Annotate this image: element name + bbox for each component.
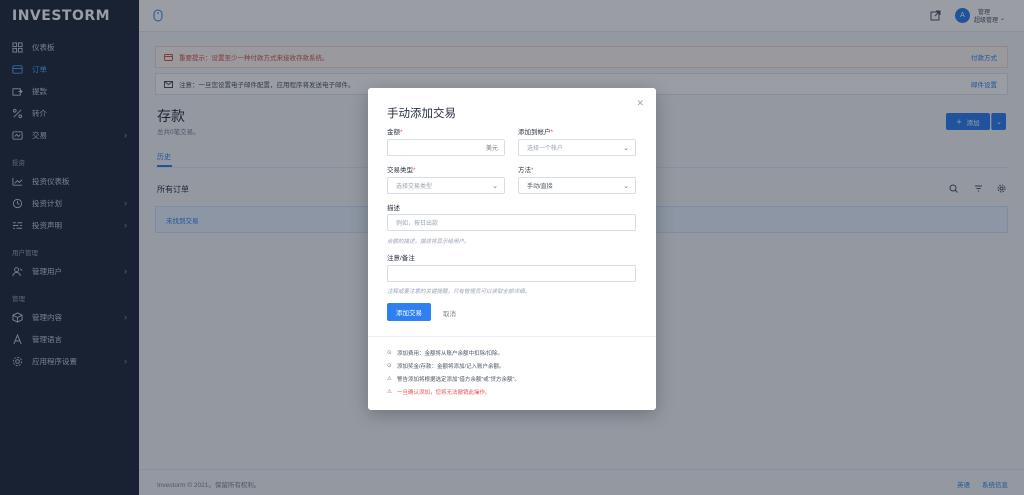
account-label: 添加到帐户* <box>518 129 554 136</box>
danger-line: ⚠ 一旦确认添加，您将无法撤销此操作。 <box>387 389 491 396</box>
description-hint: 余额的描述，描述将显示给用户。 <box>387 239 470 245</box>
method-label: 方法* <box>518 167 534 174</box>
info-icon: ⊙ <box>387 363 392 369</box>
modal-title: 手动添加交易 <box>387 108 456 120</box>
type-select[interactable]: 选择交易类型 ⌄ <box>387 177 505 194</box>
warning-icon: ⚠ <box>387 376 392 382</box>
description-input[interactable]: 例如，按日出款 <box>387 214 636 231</box>
amount-label: 金额* <box>387 129 403 136</box>
note-input[interactable] <box>387 265 636 282</box>
account-select[interactable]: 选择一个帐户 ⌄ <box>518 139 636 156</box>
info-line: ⚠ 警告添加将根据选定添加“借方余额”或“贷方余额”。 <box>387 376 520 383</box>
warning-icon: ⚠ <box>387 389 392 395</box>
info-icon: ⊙ <box>387 350 392 356</box>
chevron-down-icon: ⌄ <box>492 182 498 190</box>
amount-input[interactable]: 美元 <box>387 139 505 156</box>
note-hint: 注释或要注意的关键提醒，只有管理员可以读取全部详细。 <box>387 289 531 295</box>
type-label: 交易类型* <box>387 167 416 174</box>
info-line: ⊙ 添加奖金/存款：金额将添加/记入账户余额。 <box>387 363 505 370</box>
description-label: 描述 <box>387 205 400 212</box>
add-transaction-modal: ✕ 手动添加交易 金额* 美元 添加到帐户* 选择一个帐户 ⌄ 交易类型* 选择交… <box>368 88 656 410</box>
chevron-down-icon: ⌄ <box>623 182 629 190</box>
method-select[interactable]: 手动/直接 ⌄ <box>518 177 636 194</box>
chevron-down-icon: ⌄ <box>623 144 629 152</box>
info-line: ⊙ 添加费用：金额将从账户余额中扣除/扣除。 <box>387 350 504 357</box>
close-icon[interactable]: ✕ <box>636 98 644 109</box>
amount-suffix: 美元 <box>485 146 498 152</box>
modal-divider <box>368 336 656 337</box>
cancel-button[interactable]: 取消 <box>443 308 456 318</box>
note-label: 注意/备注 <box>387 255 415 262</box>
add-transaction-button[interactable]: 添加交易 <box>387 303 431 321</box>
